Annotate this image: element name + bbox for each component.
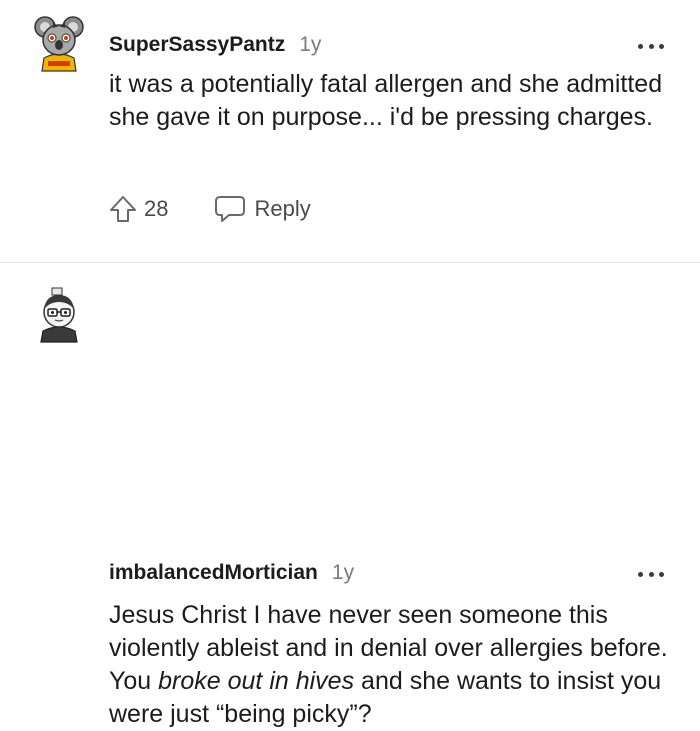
comment-body: Jesus Christ I have never seen someone t…: [109, 599, 684, 731]
dot: [659, 571, 664, 577]
comment-body: it was a potentially fatal allergen and …: [109, 70, 663, 131]
more-options-icon[interactable]: [638, 39, 664, 53]
more-options-icon[interactable]: [638, 567, 664, 581]
comment: imbalancedMortician 1y Jesus Christ I ha…: [0, 263, 700, 728]
comment-header: SuperSassyPantz 1y: [109, 33, 321, 57]
dot: [648, 43, 654, 49]
comment-age: 1y: [299, 33, 322, 56]
upvote-button[interactable]: 28: [108, 194, 168, 224]
comment-age: 1y: [331, 561, 355, 584]
koala-avatar-icon[interactable]: [34, 14, 84, 72]
comment-header: imbalancedMortician 1y: [109, 561, 354, 585]
reply-label: Reply: [254, 196, 311, 221]
vote-score: 28: [144, 196, 169, 221]
reply-button[interactable]: Reply: [214, 194, 311, 224]
dot: [638, 43, 643, 49]
glasses-avatar-icon[interactable]: [34, 285, 84, 343]
upvote-arrow-icon[interactable]: [108, 194, 138, 224]
comment: SuperSassyPantz 1y it was a potentially …: [0, 0, 700, 262]
comment-body-emphasis: broke out in hives: [158, 667, 355, 695]
reply-bubble-icon: [215, 196, 246, 222]
dot: [659, 43, 664, 49]
comment-actions: 28 Reply: [108, 193, 311, 225]
dot: [638, 571, 643, 577]
username-link[interactable]: imbalancedMortician: [109, 561, 318, 585]
dot: [648, 571, 654, 577]
username-link[interactable]: SuperSassyPantz: [109, 33, 285, 57]
